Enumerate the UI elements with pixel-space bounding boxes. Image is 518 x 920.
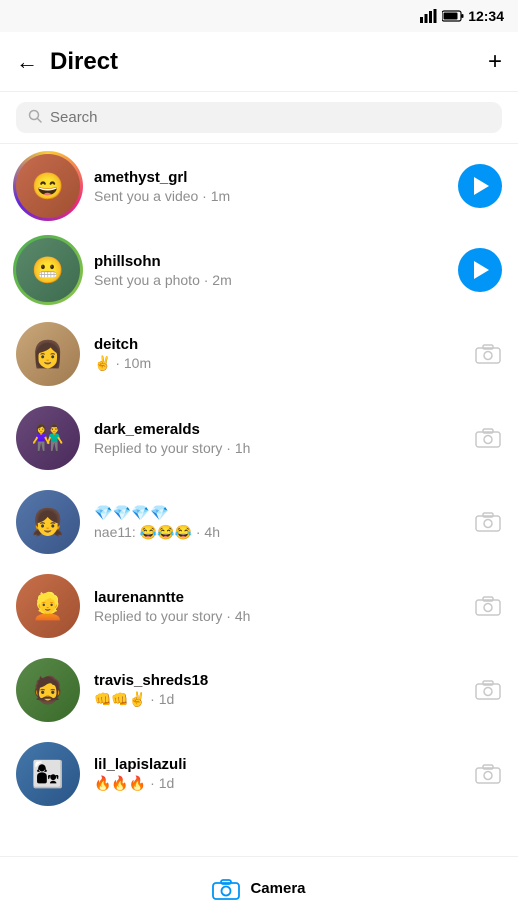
list-item[interactable]: 👱 laurenanntte Replied to your story · 4… [0, 564, 518, 648]
avatar: 👧 [16, 490, 80, 554]
message-content: travis_shreds18 👊👊✌️ · 1d [94, 672, 462, 708]
avatar-wrap: 😬 [16, 238, 80, 302]
message-preview: Replied to your story · 1h [94, 440, 462, 456]
battery-icon [442, 10, 464, 22]
play-button[interactable] [458, 248, 502, 292]
camera-icon-svg [475, 761, 501, 787]
avatar-wrap: 🧔 [16, 658, 80, 722]
status-bar: 12:34 [0, 0, 518, 32]
signal-icon [420, 9, 438, 23]
page-title: Direct [50, 48, 118, 76]
message-preview: Replied to your story · 4h [94, 608, 462, 624]
play-button[interactable] [458, 164, 502, 208]
camera-icon-svg [475, 593, 501, 619]
message-action[interactable] [474, 340, 502, 368]
avatar-wrap: 👫 [16, 406, 80, 470]
avatar-wrap: 👩 [16, 322, 80, 386]
list-item[interactable]: 😬 phillsohn Sent you a photo · 2m [0, 228, 518, 312]
message-preview: Sent you a video · 1m [94, 188, 446, 204]
username: 💎💎💎💎 [94, 504, 462, 522]
play-icon [474, 261, 489, 279]
camera-button[interactable] [474, 508, 502, 536]
username: amethyst_grl [94, 169, 446, 186]
message-action[interactable] [474, 592, 502, 620]
message-preview: Sent you a photo · 2m [94, 272, 446, 288]
messages-list: 😄 amethyst_grl Sent you a video · 1m 😬 [0, 144, 518, 816]
camera-button[interactable] [474, 340, 502, 368]
camera-button[interactable] [474, 424, 502, 452]
camera-icon-svg [475, 341, 501, 367]
camera-button[interactable] [474, 760, 502, 788]
list-item[interactable]: 👧 💎💎💎💎 nae11: 😂😂😂 · 4h [0, 480, 518, 564]
camera-button[interactable] [474, 592, 502, 620]
avatar-wrap: 👧 [16, 490, 80, 554]
header-left: ← Direct [16, 48, 118, 76]
message-content: laurenanntte Replied to your story · 4h [94, 589, 462, 624]
username: dark_emeralds [94, 421, 462, 438]
list-item[interactable]: 👩 deitch ✌️ · 10m [0, 312, 518, 396]
camera-icon-svg [475, 425, 501, 451]
message-action[interactable] [458, 164, 502, 208]
message-preview: ✌️ · 10m [94, 355, 462, 372]
message-action[interactable] [474, 508, 502, 536]
avatar: 👩 [16, 322, 80, 386]
camera-label: Camera [250, 880, 305, 897]
username: laurenanntte [94, 589, 462, 606]
play-icon [474, 177, 489, 195]
message-preview: 🔥🔥🔥 · 1d [94, 775, 462, 792]
message-content: dark_emeralds Replied to your story · 1h [94, 421, 462, 456]
message-content: phillsohn Sent you a photo · 2m [94, 253, 446, 288]
back-button[interactable]: ← [16, 49, 38, 75]
avatar: 👫 [16, 406, 80, 470]
message-content: lil_lapislazuli 🔥🔥🔥 · 1d [94, 756, 462, 792]
list-item[interactable]: 👩‍👧 lil_lapislazuli 🔥🔥🔥 · 1d [0, 732, 518, 816]
list-item[interactable]: 👫 dark_emeralds Replied to your story · … [0, 396, 518, 480]
add-button[interactable]: + [488, 48, 502, 76]
message-action[interactable] [474, 676, 502, 704]
username: travis_shreds18 [94, 672, 462, 689]
camera-button[interactable] [474, 676, 502, 704]
avatar: 😬 [16, 238, 80, 302]
message-content: amethyst_grl Sent you a video · 1m [94, 169, 446, 204]
message-action[interactable] [458, 248, 502, 292]
avatar-wrap: 😄 [16, 154, 80, 218]
search-icon [28, 109, 42, 126]
camera-icon-svg [475, 509, 501, 535]
avatar: 😄 [16, 154, 80, 218]
list-item[interactable]: 😄 amethyst_grl Sent you a video · 1m [0, 144, 518, 228]
avatar: 🧔 [16, 658, 80, 722]
camera-icon-svg [475, 677, 501, 703]
username: lil_lapislazuli [94, 756, 462, 773]
message-preview: nae11: 😂😂😂 · 4h [94, 524, 462, 541]
username: phillsohn [94, 253, 446, 270]
search-input[interactable] [50, 109, 490, 126]
avatar: 👱 [16, 574, 80, 638]
header: ← Direct + [0, 32, 518, 92]
bottom-camera-icon [212, 875, 240, 903]
avatar-wrap: 👩‍👧 [16, 742, 80, 806]
message-content: 💎💎💎💎 nae11: 😂😂😂 · 4h [94, 504, 462, 541]
avatar-wrap: 👱 [16, 574, 80, 638]
search-box [16, 102, 502, 133]
username: deitch [94, 336, 462, 353]
list-item[interactable]: 🧔 travis_shreds18 👊👊✌️ · 1d [0, 648, 518, 732]
message-content: deitch ✌️ · 10m [94, 336, 462, 372]
message-action[interactable] [474, 424, 502, 452]
search-container [0, 92, 518, 144]
bottom-bar[interactable]: Camera [0, 856, 518, 920]
message-preview: 👊👊✌️ · 1d [94, 691, 462, 708]
status-time: 12:34 [468, 8, 504, 24]
avatar: 👩‍👧 [16, 742, 80, 806]
status-icons: 12:34 [420, 8, 504, 24]
message-action[interactable] [474, 760, 502, 788]
